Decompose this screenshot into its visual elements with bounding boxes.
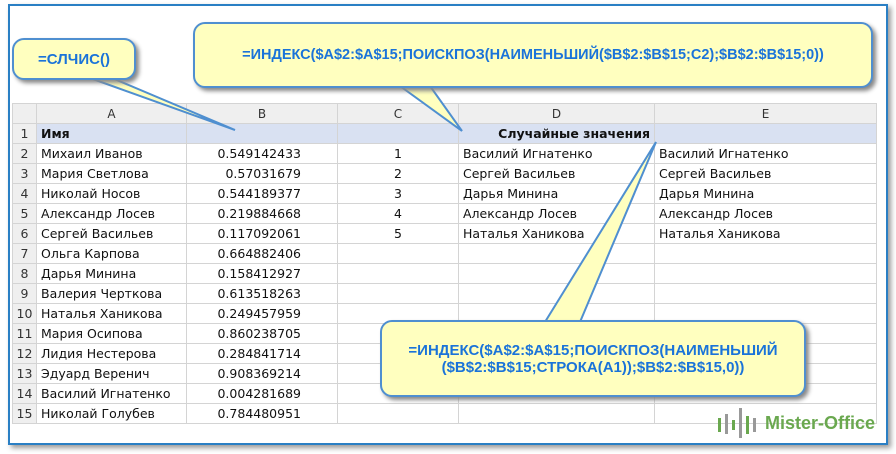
- rand-formula-callout: =СЛЧИС(): [12, 38, 136, 80]
- mister-office-logo: Mister-Office: [716, 406, 875, 440]
- bottom-formula-line2: ($B$2:$B$15;СТРОКА(A1));$B$2:$B$15,0)): [441, 358, 745, 376]
- bottom-formula-line1: =ИНДЕКС($A$2:$A$15;ПОИСКПОЗ(НАИМЕНЬШИЙ: [408, 341, 778, 359]
- top-formula-callout: =ИНДЕКС($A$2:$A$15;ПОИСКПОЗ(НАИМЕНЬШИЙ($…: [193, 22, 873, 88]
- bottom-formula-callout: =ИНДЕКС($A$2:$A$15;ПОИСКПОЗ(НАИМЕНЬШИЙ (…: [380, 320, 806, 397]
- logo-bars-icon: [718, 408, 756, 438]
- logo-text: Mister-Office: [765, 412, 876, 433]
